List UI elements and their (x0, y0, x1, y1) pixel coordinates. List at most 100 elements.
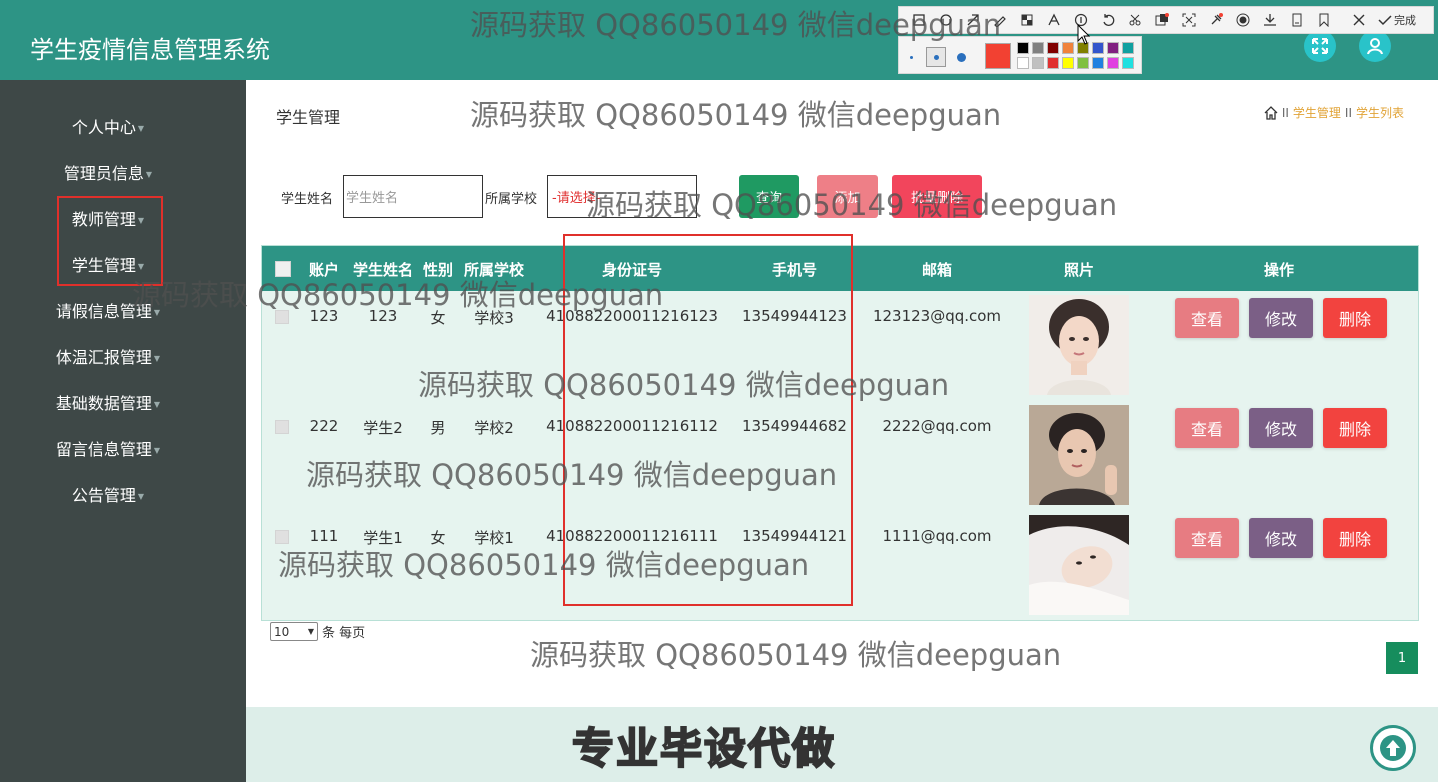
size-medium-option[interactable] (926, 47, 946, 67)
page-size-select[interactable]: 10 ▼ (270, 622, 318, 641)
add-button[interactable]: 添加 (817, 175, 878, 218)
view-button[interactable]: 查看 (1175, 408, 1239, 448)
edit-button[interactable]: 修改 (1249, 518, 1313, 558)
done-button[interactable]: 完成 (1378, 12, 1416, 28)
color-swatch[interactable] (1092, 57, 1104, 69)
user-menu-button[interactable] (1359, 30, 1391, 62)
bookmark-icon[interactable] (1310, 7, 1337, 33)
record-icon[interactable] (1229, 7, 1256, 33)
add-label: 添加 (834, 191, 861, 206)
download-icon[interactable] (1256, 7, 1283, 33)
name-cell: 学生1 (363, 529, 403, 547)
student-name-label: 学生姓名 (281, 192, 334, 207)
select-all-checkbox[interactable] (275, 261, 291, 277)
arrow-icon[interactable] (959, 7, 986, 33)
sidebar-item-message-management[interactable]: 留言信息管理 ▼ (0, 436, 216, 460)
undo-icon[interactable] (1094, 7, 1121, 33)
color-swatch[interactable] (1062, 57, 1074, 69)
breadcrumb-student-list[interactable]: 学生列表 (1356, 104, 1404, 121)
school-select[interactable]: -请选择- (547, 175, 697, 218)
view-button[interactable]: 查看 (1175, 518, 1239, 558)
email-cell: 123123@qq.com (872, 307, 1002, 325)
current-color-swatch[interactable] (985, 43, 1011, 69)
delete-button[interactable]: 删除 (1323, 518, 1387, 558)
gender-cell: 女 (430, 529, 446, 547)
color-swatch[interactable] (1032, 42, 1044, 54)
highlight-annotation-id-phone (563, 234, 853, 606)
gender-cell: 男 (430, 419, 446, 437)
save-icon[interactable] (1283, 7, 1310, 33)
check-icon (1378, 15, 1392, 26)
sidebar-item-leave-management[interactable]: 请假信息管理 ▼ (0, 298, 216, 322)
account-cell: 222 (309, 417, 339, 435)
school-cell: 学校1 (474, 529, 514, 547)
sidebar-item-temperature-report[interactable]: 体温汇报管理 ▼ (0, 344, 216, 368)
row-checkbox[interactable] (275, 530, 289, 544)
scissors-icon[interactable] (1121, 7, 1148, 33)
fullscreen-button[interactable] (1304, 30, 1336, 62)
sidebar-item-admin-info[interactable]: 管理员信息 ▼ (0, 160, 216, 184)
email-cell: 2222@qq.com (882, 417, 992, 435)
capture-icon[interactable] (1175, 7, 1202, 33)
student-name-input[interactable]: 学生姓名 (343, 175, 483, 218)
edit-button[interactable]: 修改 (1249, 298, 1313, 338)
rectangle-icon[interactable] (905, 7, 932, 33)
sidebar-item-basic-data[interactable]: 基础数据管理 ▼ (0, 390, 216, 414)
done-label: 完成 (1394, 14, 1416, 27)
school-select-value: -请选择- (552, 191, 601, 206)
view-button[interactable]: 查看 (1175, 298, 1239, 338)
ellipse-icon[interactable] (932, 7, 959, 33)
color-swatch[interactable] (1122, 42, 1134, 54)
text-icon[interactable] (1040, 7, 1067, 33)
delete-button[interactable]: 删除 (1323, 298, 1387, 338)
column-header: 学生姓名 (352, 261, 413, 279)
email-cell: 1111@qq.com (882, 527, 992, 545)
per-page-label: 条 每页 (322, 626, 366, 641)
row-checkbox[interactable] (275, 420, 289, 434)
query-button[interactable]: 查询 (739, 175, 799, 218)
edit-button[interactable]: 修改 (1249, 408, 1313, 448)
color-swatch[interactable] (1032, 57, 1044, 69)
sidebar-item-announcement[interactable]: 公告管理 ▼ (0, 482, 216, 506)
school-cell: 学校2 (474, 419, 514, 437)
column-header: 性别 (422, 261, 453, 279)
page-button-current[interactable]: 1 (1386, 642, 1418, 674)
caret-down-icon: ▼ (153, 354, 161, 363)
breadcrumb-student-management[interactable]: 学生管理 (1293, 104, 1341, 121)
delete-button[interactable]: 删除 (1323, 408, 1387, 448)
footer-band: 专业毕设代做 (246, 707, 1438, 782)
close-icon[interactable] (1345, 7, 1372, 33)
pin-icon[interactable] (1202, 7, 1229, 33)
breadcrumb-separator: II (1281, 105, 1289, 120)
color-swatch[interactable] (1017, 57, 1029, 69)
breadcrumb-separator: II (1344, 105, 1352, 120)
sidebar-item-personal-center[interactable]: 个人中心 ▼ (0, 114, 216, 138)
color-swatch[interactable] (1077, 57, 1089, 69)
size-large-option[interactable] (951, 47, 971, 67)
color-swatch[interactable] (1047, 57, 1059, 69)
student-photo (1029, 515, 1129, 615)
student-photo (1029, 405, 1129, 505)
caret-down-icon: ▼ (137, 492, 145, 501)
pen-icon[interactable] (986, 7, 1013, 33)
color-swatch[interactable] (1062, 42, 1074, 54)
color-swatch[interactable] (1122, 57, 1134, 69)
size-small-option[interactable] (901, 47, 921, 67)
mosaic-icon[interactable] (1013, 7, 1040, 33)
footer-banner-text: 专业毕设代做 (571, 723, 837, 774)
back-to-top-button[interactable] (1370, 725, 1416, 771)
column-header: 邮箱 (921, 261, 952, 279)
user-icon (1367, 38, 1383, 55)
batch-delete-button[interactable]: 批量删除 (892, 175, 982, 218)
home-icon[interactable] (1264, 105, 1278, 120)
caret-down-icon: ▼ (145, 170, 153, 179)
ocr-icon[interactable] (1148, 7, 1175, 33)
color-swatch[interactable] (1107, 42, 1119, 54)
color-swatch[interactable] (1107, 57, 1119, 69)
account-cell: 111 (309, 527, 339, 545)
row-checkbox[interactable] (275, 310, 289, 324)
color-swatch[interactable] (1017, 42, 1029, 54)
mouse-cursor-icon (1077, 24, 1091, 45)
color-swatch[interactable] (1092, 42, 1104, 54)
color-swatch[interactable] (1047, 42, 1059, 54)
